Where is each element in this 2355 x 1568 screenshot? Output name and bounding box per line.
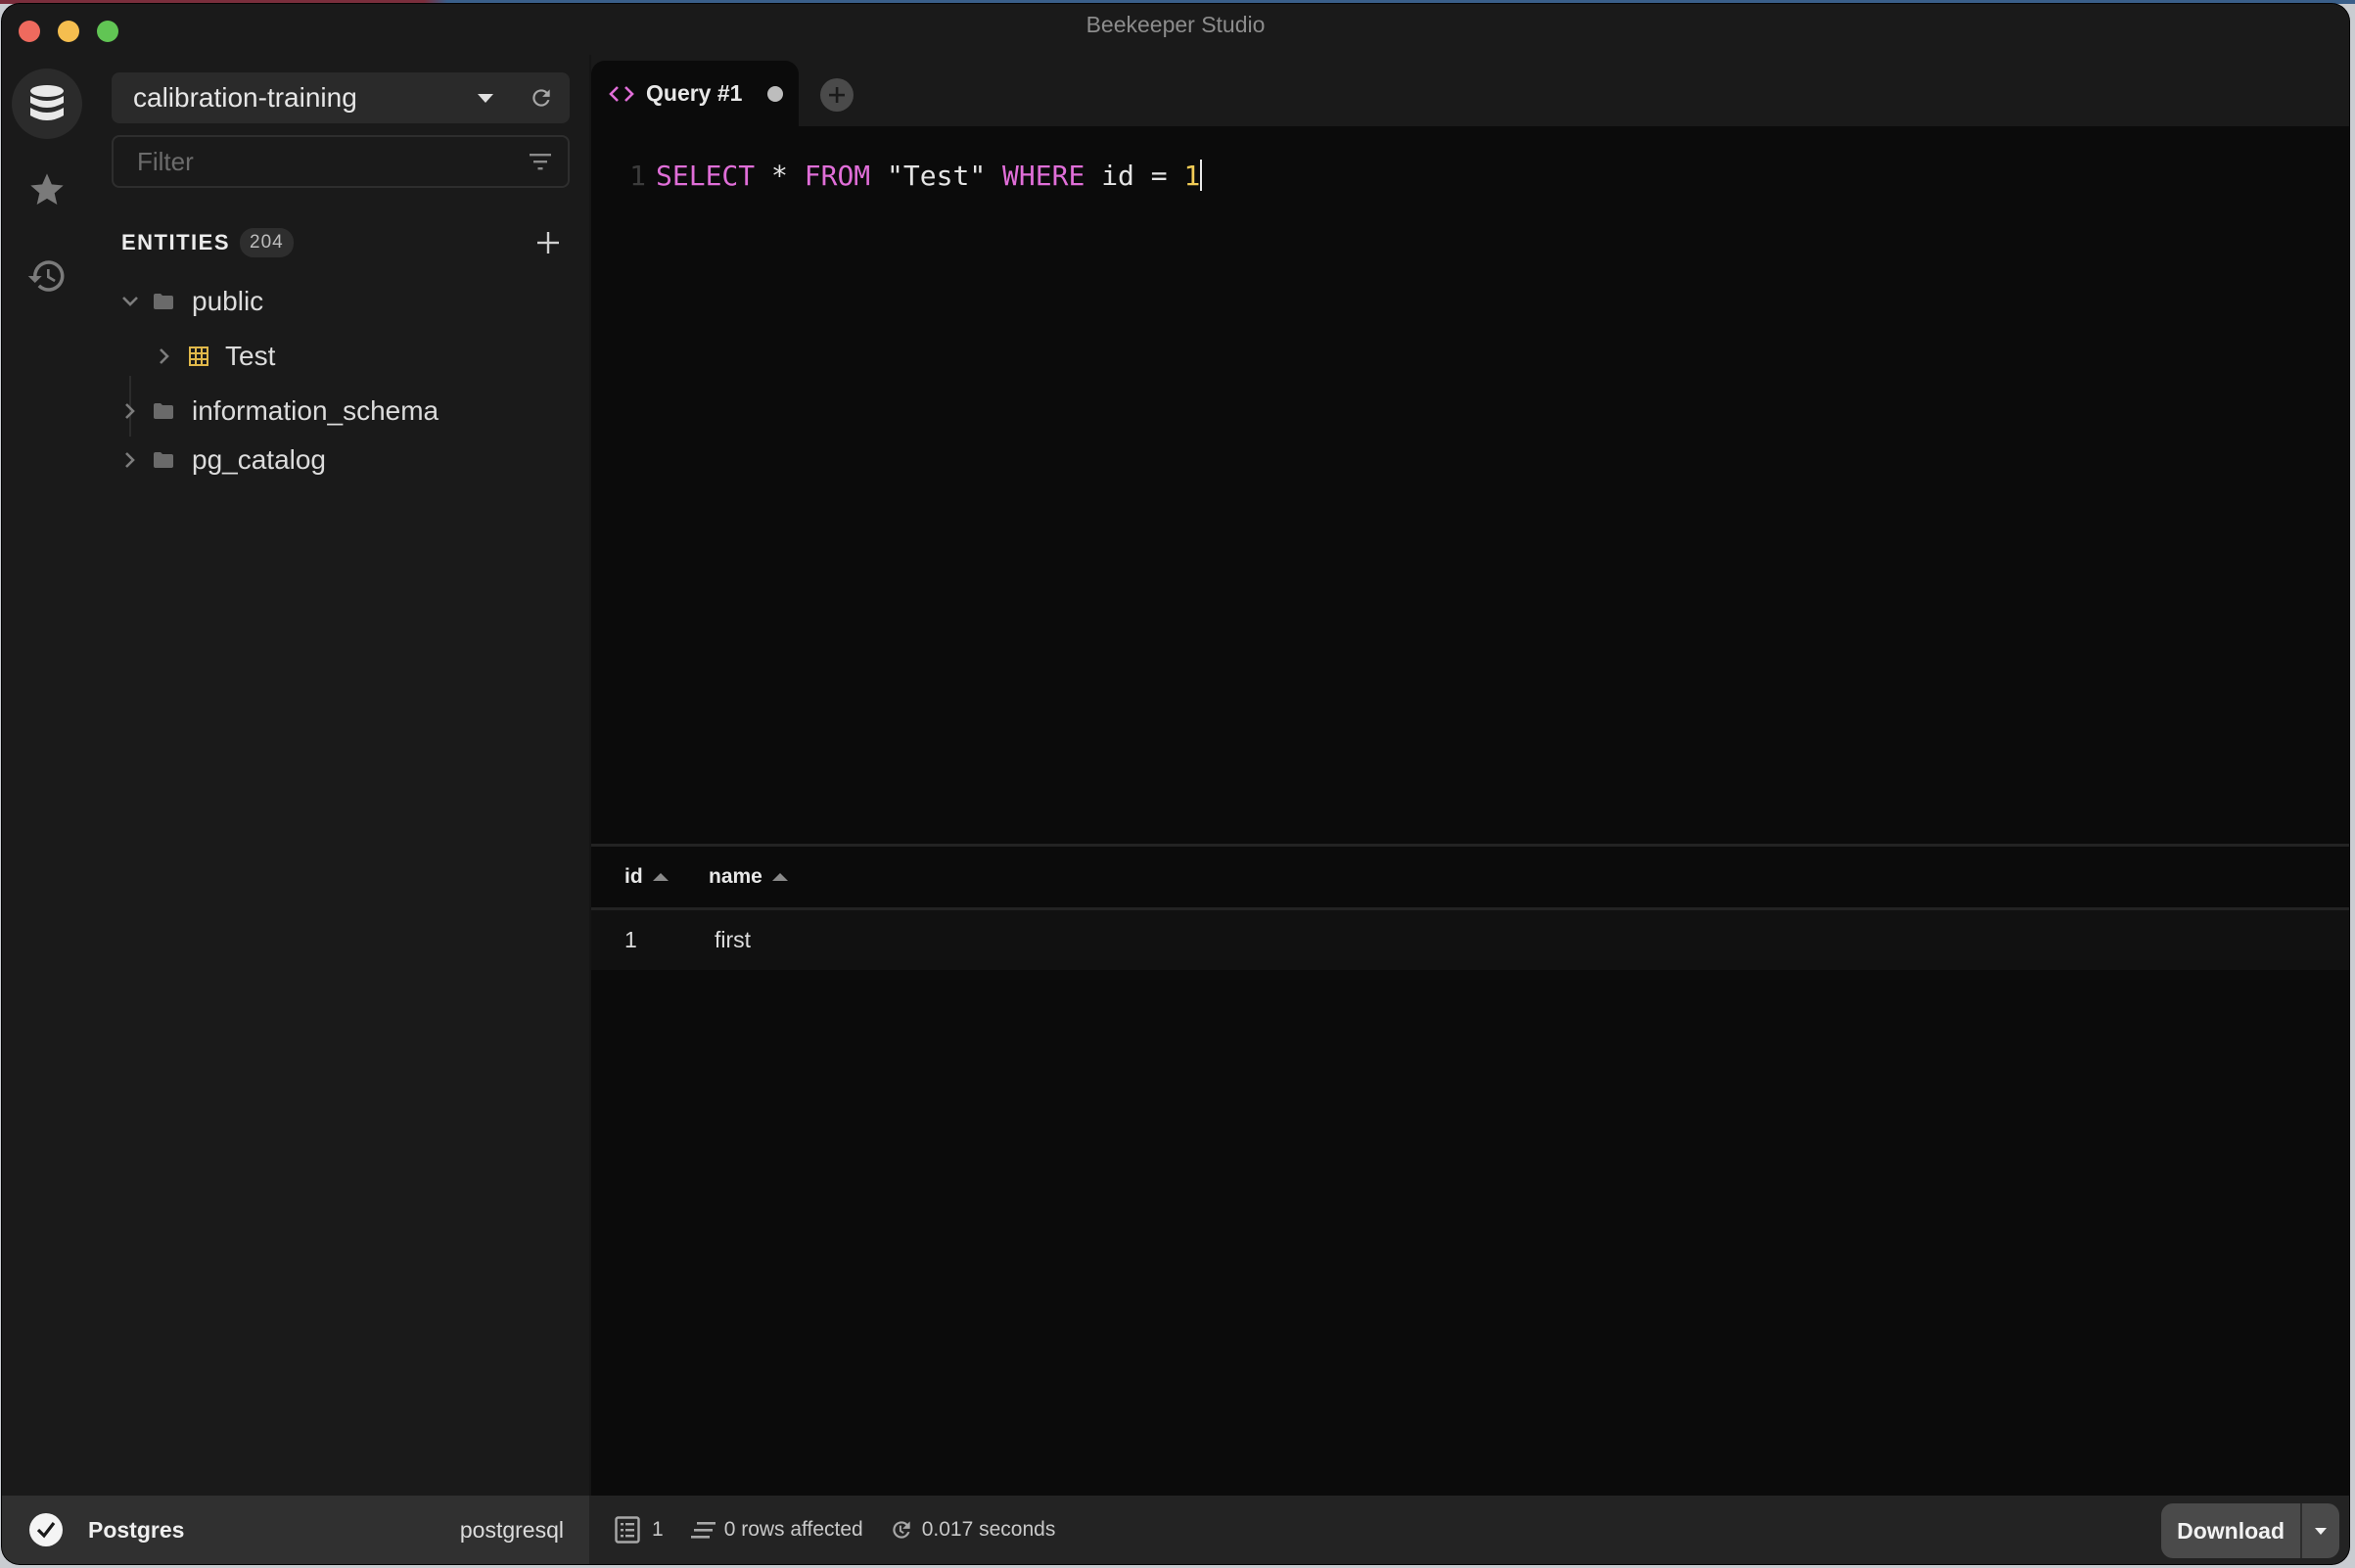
rail-connections-button[interactable] bbox=[12, 69, 82, 139]
tree-item-schema[interactable]: pg_catalog bbox=[2, 437, 589, 484]
connection-select[interactable]: calibration-training bbox=[112, 72, 570, 123]
token-identifier: id bbox=[1101, 159, 1134, 192]
rail-favorites-button[interactable] bbox=[12, 155, 82, 225]
filter-field[interactable] bbox=[112, 135, 570, 188]
token-operator: * bbox=[771, 159, 788, 192]
tab-label: Query #1 bbox=[646, 80, 743, 106]
icon-rail bbox=[2, 55, 92, 1496]
rows-icon bbox=[615, 1516, 640, 1544]
results-table: id name 1 first bbox=[591, 844, 2349, 1499]
refresh-icon bbox=[532, 89, 550, 107]
connection-status[interactable]: Postgres postgresql bbox=[2, 1496, 589, 1564]
rows-affected: 0 rows affected bbox=[690, 1518, 863, 1542]
chevron-right-icon[interactable] bbox=[154, 346, 175, 367]
sql-editor[interactable]: 1 SELECT * FROM "Test" WHERE id = 1 Save… bbox=[591, 126, 2349, 909]
refresh-button[interactable] bbox=[529, 85, 554, 111]
tree-item-label: public bbox=[192, 286, 264, 316]
folder-icon bbox=[154, 294, 173, 309]
connection-type: postgresql bbox=[459, 1516, 564, 1543]
cell-name[interactable]: first bbox=[715, 927, 751, 953]
chevron-down-icon bbox=[478, 93, 493, 103]
query-status: 1 0 rows affected 0.017 seconds Download bbox=[589, 1496, 2349, 1564]
tree-item-label: pg_catalog bbox=[192, 444, 327, 475]
entities-count-badge: 204 bbox=[240, 228, 294, 257]
sidebar: calibration-training ENTITIES 204 bbox=[2, 55, 589, 1496]
chevron-down-icon bbox=[2315, 1527, 2327, 1535]
window-title: Beekeeper Studio bbox=[1085, 12, 1266, 37]
connection-name: calibration-training bbox=[133, 82, 357, 113]
main-panel: Query #1 1 SELECT * FROM "Test" WHERE id… bbox=[589, 55, 2349, 1499]
plus-icon bbox=[537, 232, 559, 254]
tree-item-schema[interactable]: public bbox=[2, 278, 589, 325]
connection-name: Postgres bbox=[88, 1516, 185, 1543]
token-identifier: "Test" bbox=[887, 159, 987, 192]
tree-item-label: information_schema bbox=[192, 395, 439, 426]
token-keyword: WHERE bbox=[1002, 159, 1085, 192]
results-header-row: id name bbox=[591, 847, 2349, 910]
row-count: 1 bbox=[615, 1516, 664, 1544]
connected-check-icon bbox=[29, 1513, 63, 1546]
timer-icon bbox=[893, 1521, 910, 1539]
new-tab-button[interactable] bbox=[820, 78, 854, 112]
add-entity-button[interactable] bbox=[536, 231, 560, 254]
token-number: 1 bbox=[1183, 159, 1201, 192]
text-cursor bbox=[1200, 160, 1203, 191]
line-number: 1 bbox=[629, 159, 646, 192]
token-operator: = bbox=[1150, 159, 1168, 192]
filter-icon[interactable] bbox=[529, 152, 552, 171]
sort-asc-icon bbox=[652, 873, 669, 881]
download-button[interactable]: Download bbox=[2161, 1503, 2302, 1558]
chevron-right-icon[interactable] bbox=[119, 449, 141, 471]
filter-input[interactable] bbox=[135, 145, 529, 178]
title-bar: Beekeeper Studio bbox=[2, 4, 2349, 55]
tree-item-schema[interactable]: information_schema bbox=[2, 388, 589, 435]
lines-icon bbox=[690, 1522, 716, 1539]
entities-header: ENTITIES 204 bbox=[121, 223, 562, 262]
sort-asc-icon bbox=[771, 873, 788, 881]
table-row[interactable]: 1 first bbox=[591, 910, 2349, 970]
query-duration: 0.017 seconds bbox=[889, 1517, 1055, 1543]
table-icon bbox=[189, 346, 208, 366]
token-keyword: FROM bbox=[804, 159, 871, 192]
database-icon bbox=[30, 85, 64, 120]
tab-query-1[interactable]: Query #1 bbox=[591, 61, 799, 126]
code-line: 1 SELECT * FROM "Test" WHERE id = 1 bbox=[591, 156, 1203, 195]
chevron-right-icon[interactable] bbox=[119, 400, 141, 422]
tab-bar: Query #1 bbox=[591, 55, 2349, 126]
token-keyword: SELECT bbox=[656, 159, 756, 192]
status-bar: Postgres postgresql 1 0 rows affected 0.… bbox=[2, 1496, 2349, 1564]
column-header-id[interactable]: id bbox=[624, 865, 709, 889]
folder-icon bbox=[154, 403, 173, 419]
download-options-button[interactable] bbox=[2302, 1503, 2339, 1558]
cell-id[interactable]: 1 bbox=[624, 927, 715, 953]
chevron-down-icon[interactable] bbox=[119, 291, 141, 312]
code-icon bbox=[609, 85, 634, 103]
plus-icon bbox=[829, 87, 845, 103]
star-icon bbox=[30, 173, 64, 205]
download-button-group: Download bbox=[2161, 1503, 2339, 1558]
app-window: Beekeeper Studio calibration-training Fi… bbox=[2, 4, 2349, 1564]
tree-item-label: Test bbox=[225, 341, 276, 371]
tree-item-table[interactable]: Test bbox=[2, 333, 589, 380]
unsaved-dot-icon[interactable] bbox=[767, 85, 784, 102]
folder-icon bbox=[154, 452, 173, 468]
column-header-name[interactable]: name bbox=[709, 865, 788, 889]
entities-label: ENTITIES bbox=[121, 230, 231, 254]
